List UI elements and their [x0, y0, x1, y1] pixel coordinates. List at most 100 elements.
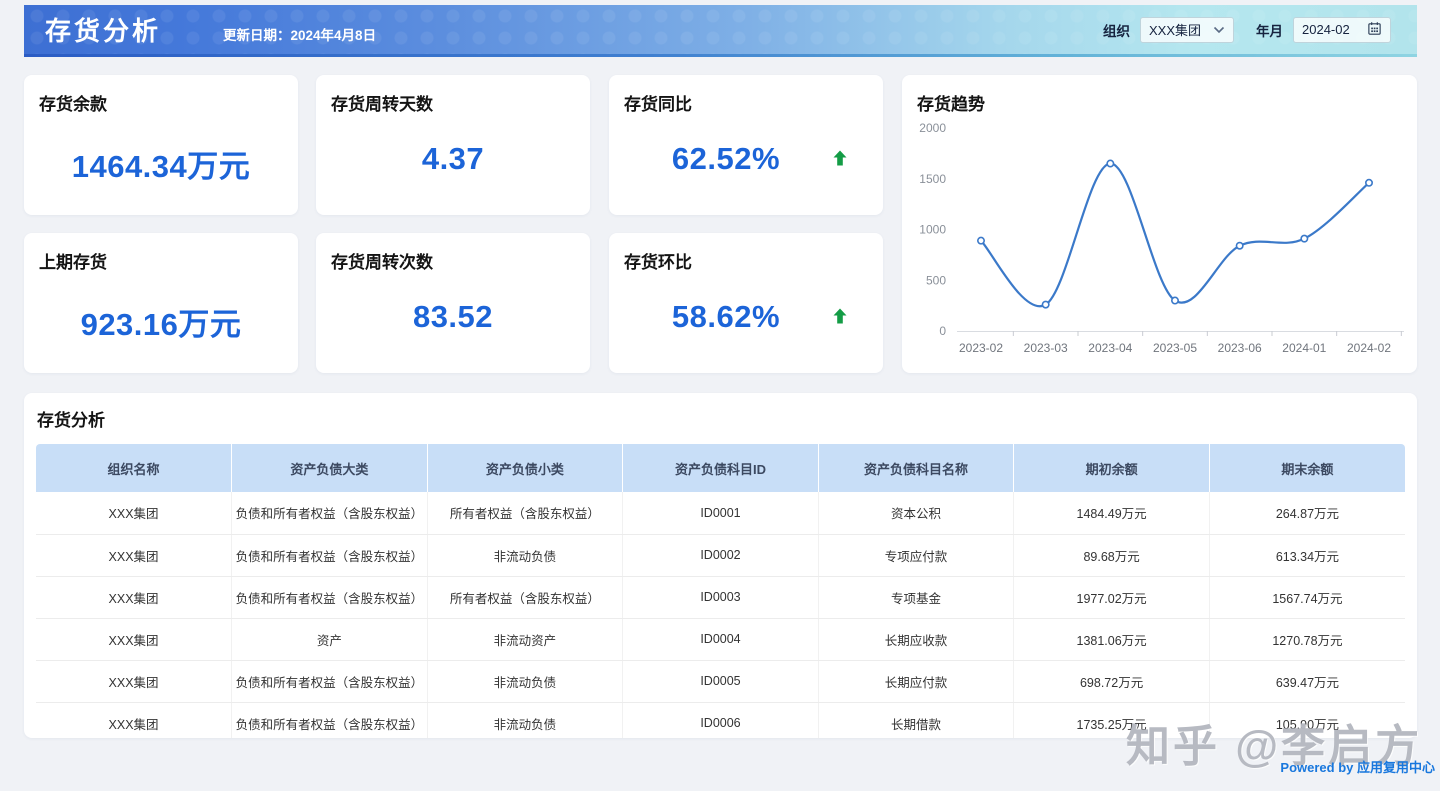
table-cell: XXX集团 [36, 702, 232, 738]
table-header-row: 组织名称资产负债大类资产负债小类资产负债科目ID资产负债科目名称期初余额期末余额 [36, 444, 1405, 492]
table-title: 存货分析 [24, 393, 1417, 431]
table-cell: XXX集团 [36, 618, 232, 660]
table-cell: 非流动负债 [427, 534, 623, 576]
table-cell: 264.87万元 [1209, 492, 1405, 534]
month-label: 年月 [1256, 20, 1283, 40]
inventory-analysis-table-card: 存货分析 组织名称资产负债大类资产负债小类资产负债科目ID资产负债科目名称期初余… [24, 393, 1417, 738]
table-cell: 1735.25万元 [1014, 702, 1210, 738]
kpi-label: 存货周转次数 [316, 233, 590, 273]
month-picker[interactable]: 2024-02 [1293, 17, 1391, 43]
x-axis-tick: 2023-06 [1218, 341, 1262, 355]
chevron-down-icon [1213, 22, 1225, 37]
table-cell: 1484.49万元 [1014, 492, 1210, 534]
header-bar: 存货分析 更新日期：2024年4月8日 组织 XXX集团 年月 2024-02 [24, 5, 1417, 54]
column-header: 资产负债小类 [427, 444, 623, 492]
table-cell: 长期借款 [818, 702, 1014, 738]
table-cell: 非流动负债 [427, 702, 623, 738]
table-row[interactable]: XXX集团负债和所有者权益（含股东权益）所有者权益（含股东权益）ID0003专项… [36, 576, 1405, 618]
calendar-icon [1367, 21, 1382, 39]
table-cell: 资产 [232, 618, 428, 660]
kpi-value: 923.16万元 [24, 299, 298, 344]
kpi-label: 存货同比 [609, 75, 883, 115]
month-picker-value: 2024-02 [1302, 22, 1350, 37]
x-axis-tick: 2023-02 [959, 341, 1003, 355]
data-point-marker[interactable] [978, 237, 984, 243]
x-axis-tick: 2023-03 [1024, 341, 1068, 355]
kpi-value: 62.52% [609, 141, 843, 177]
update-date: 更新日期：2024年4月8日 [223, 24, 376, 44]
org-select[interactable]: XXX集团 [1140, 17, 1234, 43]
column-header: 组织名称 [36, 444, 232, 492]
table-row[interactable]: XXX集团负债和所有者权益（含股东权益）所有者权益（含股东权益）ID0001资本… [36, 492, 1405, 534]
header-controls: 组织 XXX集团 年月 2024-02 [1103, 17, 1391, 43]
table-row[interactable]: XXX集团负债和所有者权益（含股东权益）非流动负债ID0005长期应付款698.… [36, 660, 1405, 702]
up-arrow-icon [831, 307, 849, 325]
kpi-value: 4.37 [316, 141, 590, 177]
kpi-value: 1464.34万元 [24, 141, 298, 186]
table-cell: 613.34万元 [1209, 534, 1405, 576]
page-title: 存货分析 [45, 11, 161, 48]
inventory-analysis-table: 组织名称资产负债大类资产负债小类资产负债科目ID资产负债科目名称期初余额期末余额… [36, 444, 1405, 738]
y-axis-tick: 1000 [919, 223, 946, 237]
table-cell: 所有者权益（含股东权益） [427, 492, 623, 534]
kpi-value: 83.52 [316, 299, 590, 335]
table-row[interactable]: XXX集团负债和所有者权益（含股东权益）非流动负债ID0002专项应付款89.6… [36, 534, 1405, 576]
table-cell: XXX集团 [36, 534, 232, 576]
data-point-marker[interactable] [1107, 160, 1113, 166]
table-row[interactable]: XXX集团资产非流动资产ID0004长期应收款1381.06万元1270.78万… [36, 618, 1405, 660]
table-cell: 负债和所有者权益（含股东权益） [232, 534, 428, 576]
table-cell: 非流动资产 [427, 618, 623, 660]
table-cell: ID0002 [623, 534, 819, 576]
data-point-marker[interactable] [1042, 301, 1048, 307]
column-header: 资产负债科目ID [623, 444, 819, 492]
table-cell: 1270.78万元 [1209, 618, 1405, 660]
table-cell: 1567.74万元 [1209, 576, 1405, 618]
data-point-marker[interactable] [1366, 180, 1372, 186]
kpi-card-prev-inventory: 上期存货 923.16万元 [24, 233, 298, 373]
table-cell: 105.90万元 [1209, 702, 1405, 738]
table-cell: 长期应付款 [818, 660, 1014, 702]
x-axis-tick: 2023-05 [1153, 341, 1197, 355]
table-cell: 资本公积 [818, 492, 1014, 534]
table-cell: 负债和所有者权益（含股东权益） [232, 492, 428, 534]
table-cell: ID0001 [623, 492, 819, 534]
kpi-card-turnover-times: 存货周转次数 83.52 [316, 233, 590, 373]
inventory-trend-line-chart: 05001000150020002023-022023-032023-04202… [902, 75, 1417, 373]
table-row[interactable]: XXX集团负债和所有者权益（含股东权益）非流动负债ID0006长期借款1735.… [36, 702, 1405, 738]
powered-by-link[interactable]: Powered by 应用复用中心 [1280, 757, 1435, 776]
table-cell: XXX集团 [36, 492, 232, 534]
table-cell: XXX集团 [36, 660, 232, 702]
table-cell: 非流动负债 [427, 660, 623, 702]
data-point-marker[interactable] [1301, 235, 1307, 241]
table-cell: 专项应付款 [818, 534, 1014, 576]
y-axis-tick: 2000 [919, 121, 946, 135]
table-cell: ID0004 [623, 618, 819, 660]
table-cell: 所有者权益（含股东权益） [427, 576, 623, 618]
data-point-marker[interactable] [1172, 297, 1178, 303]
kpi-card-mom: 存货环比 58.62% [609, 233, 883, 373]
kpi-label: 上期存货 [24, 233, 298, 273]
table-cell: ID0006 [623, 702, 819, 738]
table-cell: 89.68万元 [1014, 534, 1210, 576]
org-label: 组织 [1103, 20, 1130, 40]
table-cell: 负债和所有者权益（含股东权益） [232, 702, 428, 738]
kpi-card-yoy: 存货同比 62.52% [609, 75, 883, 215]
kpi-card-turnover-days: 存货周转天数 4.37 [316, 75, 590, 215]
x-axis-tick: 2024-02 [1347, 341, 1391, 355]
table-cell: 698.72万元 [1014, 660, 1210, 702]
table-cell: 1381.06万元 [1014, 618, 1210, 660]
y-axis-tick: 0 [939, 324, 946, 338]
y-axis-tick: 1500 [919, 172, 946, 186]
table-cell: 负债和所有者权益（含股东权益） [232, 576, 428, 618]
table-cell: 长期应收款 [818, 618, 1014, 660]
up-arrow-icon [831, 149, 849, 167]
x-axis-tick: 2024-01 [1282, 341, 1326, 355]
column-header: 期初余额 [1014, 444, 1210, 492]
kpi-label: 存货环比 [609, 233, 883, 273]
table-cell: 639.47万元 [1209, 660, 1405, 702]
column-header: 资产负债大类 [232, 444, 428, 492]
data-point-marker[interactable] [1236, 243, 1242, 249]
kpi-card-inventory-balance: 存货余款 1464.34万元 [24, 75, 298, 215]
table-cell: ID0005 [623, 660, 819, 702]
y-axis-tick: 500 [926, 273, 946, 287]
